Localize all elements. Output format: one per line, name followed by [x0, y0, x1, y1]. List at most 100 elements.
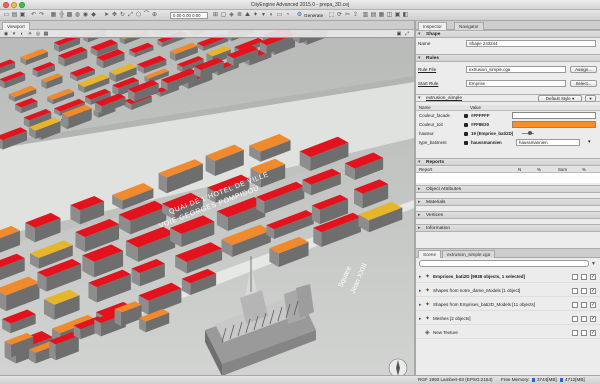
tab-viewport[interactable]: Viewport	[2, 22, 30, 30]
select-button[interactable]: Select...	[570, 80, 597, 87]
visible-checkbox[interactable]	[581, 330, 587, 336]
lighting-icon[interactable]: ☀	[27, 31, 33, 37]
default-style-select[interactable]: Default Style ▾	[538, 95, 582, 102]
attribute-value[interactable]: haussmannien	[471, 140, 502, 146]
scene-layer-row[interactable]: ▸ ✦ Shapes from Emprises_bati2D_Models [11…	[416, 299, 600, 311]
slider-knob[interactable]	[528, 131, 532, 135]
view-settings-icon[interactable]: ▾	[11, 31, 17, 37]
collapsed-section[interactable]: ▸ Object Attributes	[416, 185, 600, 193]
attribute-row[interactable]: Couleur_toit #FF8E20	[416, 121, 600, 129]
scene-layer-row[interactable]: ▸ ✦ Emprises_bati2D [9938 objects, 1 selec…	[416, 271, 600, 283]
tool-e-icon[interactable]: ▣	[394, 12, 401, 19]
scene-layer-row[interactable]: ▸ ✦ Shapes from notre_dame_Models [1 objec…	[416, 285, 600, 297]
expand-icon[interactable]: ▸	[419, 288, 422, 294]
snapshot-icon[interactable]: ▣	[396, 31, 402, 37]
start-rule-field[interactable]: Emprise	[466, 80, 566, 87]
globe-icon[interactable]: ◍	[74, 12, 81, 19]
render-checkbox[interactable]: ✓	[590, 316, 596, 322]
rotate-icon[interactable]: ↻	[119, 12, 126, 19]
collapsed-section[interactable]: ▸ Information	[416, 224, 600, 232]
tool-c-icon[interactable]: ▦	[378, 12, 385, 19]
lock-icon[interactable]: ▢	[220, 12, 227, 19]
pin-icon[interactable]: ◈	[228, 12, 235, 19]
lock-checkbox[interactable]	[572, 274, 578, 280]
coordinate-field[interactable]: 0.00 0.00 0.00	[170, 12, 208, 19]
city-scene[interactable]: QUAI DE L'HOTEL DE VILLE VOIE GEORGES PO…	[0, 30, 414, 384]
lock-checkbox[interactable]	[572, 330, 578, 336]
render-checkbox[interactable]: ✓	[590, 274, 596, 280]
generate-button[interactable]: Generate	[304, 12, 323, 19]
visibility-icon[interactable]: ◎	[35, 31, 41, 37]
attribute-source-icon[interactable]	[464, 141, 468, 145]
select-arrow-icon[interactable]: ➤	[103, 12, 110, 19]
attribute-source-icon[interactable]	[464, 123, 468, 127]
lock-checkbox[interactable]	[572, 316, 578, 322]
lock-checkbox[interactable]	[572, 288, 578, 294]
scene-filter-icon[interactable]: ▾	[592, 260, 595, 267]
expand-icon[interactable]: ▸	[419, 302, 422, 308]
attribute-row[interactable]: hauteur 19 (Emprise_bati2D)	[416, 130, 600, 138]
render-mode-icon[interactable]: ◐	[19, 31, 25, 37]
measure-icon[interactable]: ⌒	[143, 12, 150, 19]
tool-f-icon[interactable]: ◧	[402, 12, 409, 19]
type-select[interactable]: haussmannien	[516, 139, 580, 146]
camera-bookmark-icon[interactable]: ◉	[3, 31, 9, 37]
rule-file-label[interactable]: Rule File	[418, 67, 436, 72]
attribute-row[interactable]: Couleur_facade #FFFFFF	[416, 112, 600, 120]
new-icon[interactable]: ▭	[3, 12, 10, 19]
rule-file-field[interactable]: extrusion_simple.cga	[466, 66, 566, 73]
tab-navigator[interactable]: Navigator	[454, 22, 484, 30]
attribute-value[interactable]: #FFFFFF	[471, 113, 490, 119]
move-icon[interactable]: ✥	[111, 12, 118, 19]
expand-icon[interactable]: ▸	[419, 274, 422, 280]
cleanup-icon[interactable]: ✂	[344, 12, 351, 19]
shape-icon[interactable]: ◆	[90, 12, 97, 19]
scene-search-field[interactable]	[419, 260, 589, 267]
frame-icon[interactable]: ▭	[276, 12, 283, 19]
collapsed-section[interactable]: ▸ Materials	[416, 198, 600, 206]
open-icon[interactable]: ▤	[11, 12, 18, 19]
scene-layer-row[interactable]: ▸ ✦ Meshes [2 objects] ✓	[416, 313, 600, 325]
generate-icon[interactable]: ⚙	[296, 12, 303, 19]
cursor-icon[interactable]: ✦	[252, 12, 259, 19]
layers-icon[interactable]: ≣	[236, 12, 243, 19]
street-icon[interactable]: ╬	[58, 12, 65, 19]
save-icon[interactable]: ▣	[19, 12, 26, 19]
rules-icon[interactable]: ⬚	[328, 12, 335, 19]
block-icon[interactable]: ▩	[66, 12, 73, 19]
tab-scene[interactable]: Scene	[418, 250, 442, 258]
lock-checkbox[interactable]	[572, 302, 578, 308]
tab-cga-file[interactable]: extrusion_simple.cga	[442, 250, 496, 258]
attribute-source-icon[interactable]	[464, 114, 468, 118]
section-shape[interactable]: ▾ Shape	[416, 30, 600, 38]
start-rule-label[interactable]: Start Rule	[418, 81, 438, 86]
scene-layer-row[interactable]: ◈ New Texture ✓	[416, 327, 600, 339]
render-checkbox[interactable]: ✓	[590, 288, 596, 294]
style-menu-button[interactable]: ▾	[585, 95, 596, 102]
name-field[interactable]: Shape 243244	[466, 40, 596, 47]
tool-d-icon[interactable]: ◫	[386, 12, 393, 19]
render-checkbox[interactable]: ✓	[590, 302, 596, 308]
update-icon[interactable]: ⟳	[336, 12, 343, 19]
move-axis-icon[interactable]: ⊞	[212, 12, 219, 19]
scale-icon[interactable]: ⤢	[127, 12, 134, 19]
undo-icon[interactable]: ↶	[30, 12, 37, 19]
collapsed-section[interactable]: ▸ Vertices	[416, 211, 600, 219]
assign-button[interactable]: Assign...	[570, 66, 597, 73]
attribute-row[interactable]: type_batiment haussmannien haussmannien ▾	[416, 139, 600, 147]
visible-checkbox[interactable]	[581, 288, 587, 294]
redo-icon[interactable]: ↷	[38, 12, 45, 19]
tab-inspector[interactable]: Inspector	[418, 22, 447, 30]
visible-checkbox[interactable]	[581, 302, 587, 308]
polygon-icon[interactable]: ⬠	[135, 12, 142, 19]
attribute-value[interactable]: 19 (Emprise_bati2D)	[471, 131, 513, 137]
export-icon[interactable]: ⇪	[352, 12, 359, 19]
attribute-value[interactable]: #FF8E20	[471, 122, 489, 128]
bookmark-icon[interactable]: ◔	[284, 12, 291, 19]
color-swatch[interactable]	[512, 112, 596, 119]
attribute-source-icon[interactable]	[464, 132, 468, 136]
chevron-down-icon[interactable]: ▾	[588, 139, 591, 145]
snap-icon[interactable]: ⊕	[151, 12, 158, 19]
view-menu-icon[interactable]: ▾	[260, 12, 267, 19]
tool-a-icon[interactable]: ▥	[362, 12, 369, 19]
